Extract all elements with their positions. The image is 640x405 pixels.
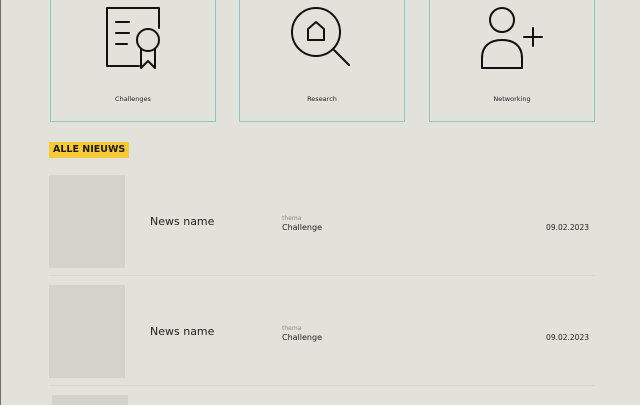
certificate-icon (106, 7, 160, 69)
theme-label: thema (282, 215, 302, 222)
news-item[interactable]: News name thema Challenge 09.02.2023 (49, 285, 595, 389)
news-date: 09.02.2023 (546, 333, 589, 342)
home-search-icon (291, 7, 350, 66)
news-name[interactable]: News name (150, 215, 214, 228)
category-label: Networking (493, 95, 531, 103)
news-thumbnail[interactable] (49, 285, 125, 378)
news-name[interactable]: News name (150, 325, 214, 338)
news-thumbnail-partial[interactable] (52, 395, 128, 405)
news-thumbnail[interactable] (49, 175, 125, 268)
category-label: Challenges (115, 95, 151, 103)
theme-label: thema (282, 325, 302, 332)
window-edge (0, 0, 1, 405)
row-divider (49, 275, 595, 276)
row-divider (49, 385, 595, 386)
user-add-icon (481, 7, 543, 69)
news-item[interactable]: News name thema Challenge 09.02.2023 (49, 175, 595, 279)
category-card-research[interactable]: Research (239, 0, 405, 122)
category-card-challenges[interactable]: Challenges (50, 0, 216, 122)
category-card-networking[interactable]: Networking (429, 0, 595, 122)
category-label: Research (307, 95, 337, 103)
all-news-tag[interactable]: ALLE NIEUWS (49, 142, 130, 158)
news-date: 09.02.2023 (546, 223, 589, 232)
theme-value: Challenge (282, 223, 322, 232)
theme-value: Challenge (282, 333, 322, 342)
